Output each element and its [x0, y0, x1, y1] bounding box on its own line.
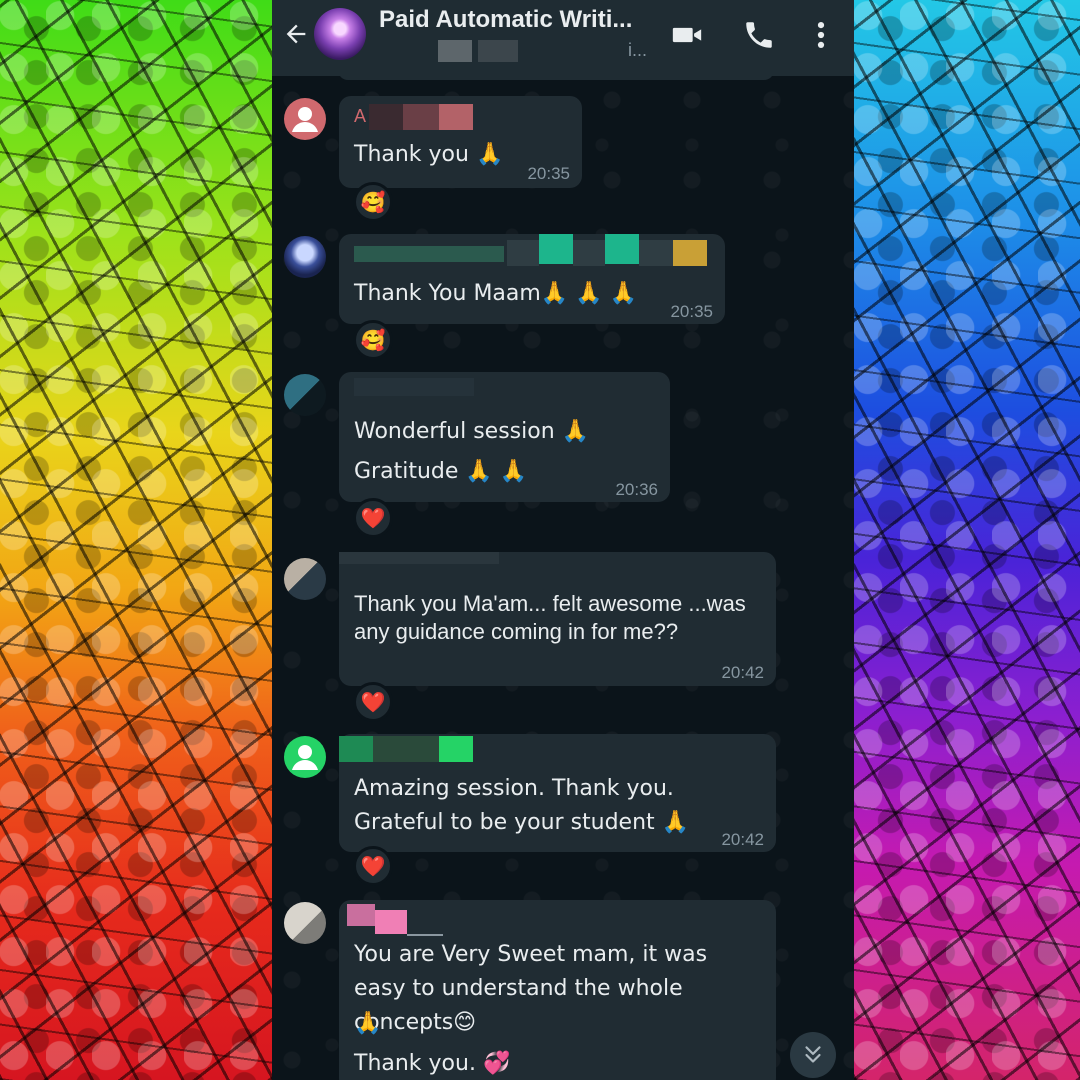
message-text-line: You are Very Sweet mam, it was easy to u… [354, 942, 708, 1035]
redacted-sender [375, 910, 407, 934]
message-text: Amazing session. Thank you. Grateful to … [354, 776, 690, 835]
message-text-line: Thank you. 💞 [354, 1051, 511, 1076]
message-time: 20:42 [721, 830, 764, 849]
redacted-participant [478, 40, 518, 62]
reaction-badge[interactable]: 🥰 [353, 320, 393, 360]
message-bubble[interactable]: Amazing session. Thank you. Grateful to … [339, 734, 776, 852]
reaction-emoji: ❤️ [360, 854, 386, 878]
avatar[interactable] [284, 374, 326, 416]
redacted-sender [407, 934, 443, 936]
reaction-emoji: ❤️ [360, 506, 386, 530]
back-arrow-icon[interactable] [282, 20, 310, 48]
message-time: 20:35 [670, 302, 713, 321]
sender-name: A [354, 106, 367, 126]
chat-header: Paid Automatic Writi... i... [272, 0, 854, 76]
avatar[interactable] [284, 736, 326, 778]
redacted-sender [439, 104, 473, 130]
message-bubble[interactable]: Thank You Maam🙏 🙏 🙏 20:35 [339, 234, 725, 324]
redacted-sender [403, 104, 439, 130]
redacted-sender [507, 240, 539, 266]
reaction-emoji: 🥰 [360, 328, 386, 352]
redacted-sender [339, 736, 373, 762]
redacted-sender [673, 240, 707, 266]
whatsapp-chat-screen: Paid Automatic Writi... i... A Thank you… [272, 0, 854, 1080]
message-text-line: Wonderful session 🙏 [354, 419, 590, 444]
subtitle-tail: i... [628, 40, 648, 60]
message-text-line: 🙏 [354, 1011, 382, 1036]
avatar[interactable] [284, 902, 326, 944]
message-text: Thank You Maam🙏 🙏 🙏 [354, 281, 637, 306]
avatar[interactable] [284, 558, 326, 600]
message-time: 20:42 [721, 663, 764, 682]
message-text: Thank you 🙏 [354, 142, 504, 167]
reaction-emoji: ❤️ [360, 690, 386, 714]
phone-call-icon[interactable] [742, 18, 776, 52]
reaction-badge[interactable]: ❤️ [353, 682, 393, 722]
message-bubble[interactable]: Wonderful session 🙏 Gratitude 🙏 🙏 20:36 [339, 372, 670, 502]
redacted-sender [439, 736, 473, 762]
more-options-icon[interactable] [804, 18, 838, 52]
chat-subtitle[interactable]: i... [382, 40, 652, 64]
message-bubble[interactable]: A Thank you 🙏 20:35 [339, 96, 582, 188]
reaction-badge[interactable]: ❤️ [353, 498, 393, 538]
message-time: 20:35 [527, 164, 570, 183]
message-bubble[interactable]: Thank you Ma'am... felt awesome ...was a… [339, 552, 776, 686]
video-call-icon[interactable] [670, 18, 704, 52]
left-background-mosaic [0, 0, 272, 1080]
message-text-line: Gratitude 🙏 🙏 [354, 459, 528, 484]
redacted-sender [347, 904, 375, 926]
double-chevron-down-icon [805, 1046, 821, 1063]
group-avatar[interactable] [314, 8, 366, 60]
redacted-sender [573, 240, 605, 266]
scroll-to-bottom-button[interactable] [790, 1032, 836, 1078]
right-background-mosaic [854, 0, 1080, 1080]
redacted-sender [339, 552, 499, 564]
reaction-badge[interactable]: 🥰 [353, 182, 393, 222]
redacted-sender [539, 234, 573, 264]
avatar[interactable] [284, 236, 326, 278]
message-bubble[interactable]: You are Very Sweet mam, it was easy to u… [339, 900, 776, 1080]
redacted-sender [373, 736, 439, 762]
reaction-badge[interactable]: ❤️ [353, 846, 393, 886]
redacted-sender [605, 234, 639, 264]
message-time: 20:36 [615, 480, 658, 499]
redacted-sender [354, 378, 474, 396]
chat-title[interactable]: Paid Automatic Writi... [379, 6, 669, 34]
reaction-emoji: 🥰 [360, 190, 386, 214]
redacted-sender [639, 240, 673, 266]
avatar[interactable] [284, 98, 326, 140]
message-text: Thank you Ma'am... felt awesome ...was a… [354, 591, 746, 644]
redacted-sender [369, 104, 403, 130]
redacted-participant [438, 40, 472, 62]
redacted-sender [354, 246, 504, 262]
